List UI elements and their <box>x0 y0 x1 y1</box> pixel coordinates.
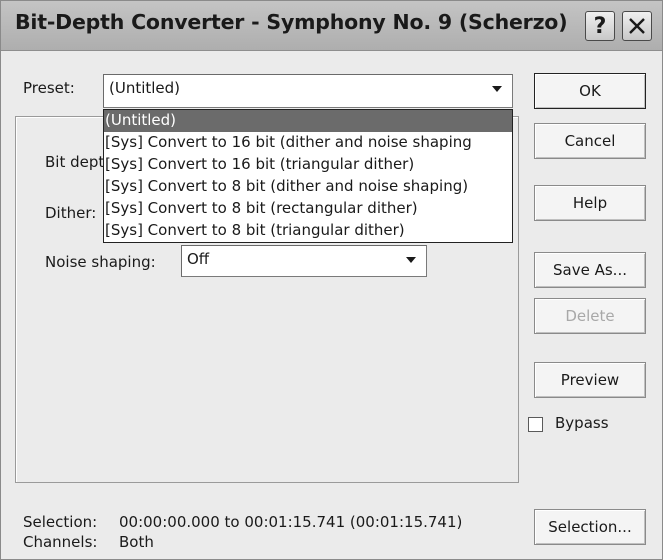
cancel-button[interactable]: Cancel <box>534 123 646 159</box>
ok-button[interactable]: OK <box>534 73 646 109</box>
noise-shaping-label: Noise shaping: <box>45 253 156 271</box>
preset-option[interactable]: [Sys] Convert to 16 bit (dither and nois… <box>104 132 512 154</box>
preset-value: (Untitled) <box>109 79 181 97</box>
channels-value: Both <box>119 533 154 551</box>
delete-button[interactable]: Delete <box>534 298 646 334</box>
close-icon <box>629 18 645 34</box>
dither-label: Dither: <box>45 204 97 222</box>
bypass-label: Bypass <box>555 414 609 432</box>
preset-label: Preset: <box>23 79 75 97</box>
noise-shaping-value: Off <box>187 250 210 268</box>
preset-combobox[interactable]: (Untitled) <box>103 74 513 108</box>
help-question-icon: ? <box>593 13 607 39</box>
selection-label: Selection: <box>23 513 98 531</box>
selection-value: 00:00:00.000 to 00:01:15.741 (00:01:15.7… <box>119 513 463 531</box>
bit-depth-label: Bit dept <box>45 153 105 171</box>
bit-depth-converter-dialog: Bit-Depth Converter - Symphony No. 9 (Sc… <box>0 0 663 560</box>
selection-button[interactable]: Selection... <box>534 509 646 545</box>
preview-button[interactable]: Preview <box>534 362 646 398</box>
noise-shaping-dropdown-button[interactable] <box>400 249 422 271</box>
preset-option[interactable]: [Sys] Convert to 8 bit (rectangular dith… <box>104 198 512 220</box>
chevron-down-icon <box>492 86 502 92</box>
preset-dropdown-button[interactable] <box>486 78 508 100</box>
bypass-checkbox[interactable] <box>528 417 543 432</box>
preset-option[interactable]: [Sys] Convert to 16 bit (triangular dith… <box>104 154 512 176</box>
channels-label: Channels: <box>23 533 98 551</box>
preset-option[interactable]: [Sys] Convert to 8 bit (triangular dithe… <box>104 220 512 242</box>
save-as-button[interactable]: Save As... <box>534 252 646 288</box>
help-title-button[interactable]: ? <box>585 11 615 41</box>
chevron-down-icon <box>406 257 416 263</box>
preset-option[interactable]: (Untitled) <box>104 110 512 132</box>
help-button[interactable]: Help <box>534 185 646 221</box>
preset-option[interactable]: [Sys] Convert to 8 bit (dither and noise… <box>104 176 512 198</box>
title-bar[interactable]: Bit-Depth Converter - Symphony No. 9 (Sc… <box>1 1 662 51</box>
noise-shaping-combobox[interactable]: Off <box>181 245 427 277</box>
preset-dropdown-list: (Untitled) [Sys] Convert to 16 bit (dith… <box>103 109 513 243</box>
close-button[interactable] <box>622 11 652 41</box>
window-title: Bit-Depth Converter - Symphony No. 9 (Sc… <box>15 10 568 34</box>
